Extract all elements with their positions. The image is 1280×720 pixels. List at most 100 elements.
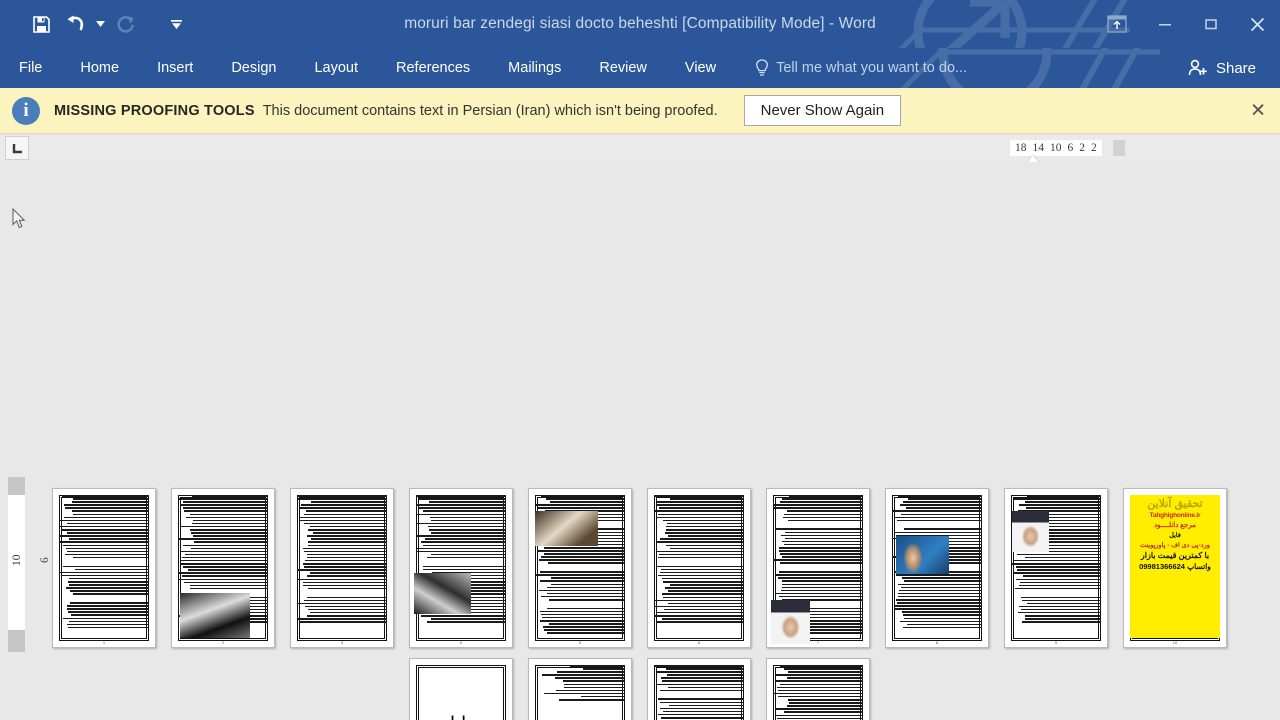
tab-insert[interactable]: Insert bbox=[138, 48, 212, 88]
tab-layout[interactable]: Layout bbox=[295, 48, 377, 88]
text-line bbox=[660, 701, 744, 704]
text-line bbox=[550, 577, 625, 579]
page-thumbnail[interactable]: 9 bbox=[1004, 488, 1108, 648]
customize-quick-access-toolbar-button[interactable] bbox=[168, 7, 184, 41]
page-thumbnail[interactable]: 12 bbox=[528, 658, 632, 720]
text-line bbox=[656, 683, 744, 686]
text-line bbox=[555, 689, 625, 692]
page-number: 10 bbox=[1172, 640, 1178, 645]
message-bar-close-icon[interactable]: ✕ bbox=[1250, 101, 1266, 120]
minimize-button[interactable] bbox=[1142, 0, 1188, 48]
titlebar-decoration-graphic bbox=[898, 0, 1130, 48]
text-line bbox=[62, 617, 149, 620]
page-thumbnail[interactable]: 6 bbox=[647, 488, 751, 648]
text-line bbox=[428, 529, 506, 531]
page-thumbnail[interactable]: 13 bbox=[647, 658, 751, 720]
text-line bbox=[310, 501, 387, 503]
text-line bbox=[59, 525, 149, 528]
message-bar-text: This document contains text in Persian (… bbox=[262, 102, 718, 119]
page-number: 3 bbox=[340, 640, 344, 645]
page-number: 2 bbox=[221, 640, 225, 645]
ribbon-display-options-button[interactable] bbox=[1092, 0, 1142, 48]
text-line bbox=[660, 568, 744, 571]
text-line bbox=[179, 563, 268, 565]
save-button[interactable] bbox=[24, 7, 58, 41]
restore-button[interactable] bbox=[1188, 0, 1234, 48]
text-line bbox=[654, 599, 744, 602]
person-add-icon bbox=[1188, 59, 1207, 76]
text-line bbox=[306, 553, 387, 556]
page-thumbnail[interactable]: پایان11 bbox=[409, 658, 513, 720]
undo-button[interactable] bbox=[58, 7, 92, 41]
vertical-ruler[interactable]: 2 2 6 10 14 18 22 bbox=[8, 477, 107, 652]
share-button[interactable]: Share bbox=[1182, 48, 1262, 88]
text-line bbox=[785, 531, 863, 534]
text-line bbox=[71, 614, 149, 616]
text-line bbox=[898, 495, 982, 497]
text-line bbox=[416, 550, 506, 553]
text-line bbox=[549, 623, 625, 625]
text-line bbox=[655, 541, 744, 543]
text-line bbox=[184, 510, 268, 512]
tell-me-search[interactable]: Tell me what you want to do... bbox=[755, 59, 967, 77]
text-line bbox=[781, 556, 863, 558]
page-image bbox=[414, 572, 472, 614]
text-line bbox=[416, 504, 506, 506]
text-line bbox=[190, 532, 268, 534]
tab-mailings[interactable]: Mailings bbox=[489, 48, 580, 88]
text-line bbox=[298, 621, 387, 623]
text-line bbox=[543, 692, 625, 695]
text-line bbox=[192, 495, 268, 497]
undo-dropdown-button[interactable] bbox=[92, 7, 108, 41]
text-line bbox=[68, 538, 149, 540]
page-thumbnail[interactable]: 5 bbox=[528, 488, 632, 648]
page-thumbnail[interactable]: 8 bbox=[885, 488, 989, 648]
text-line bbox=[61, 574, 149, 577]
text-line bbox=[657, 513, 744, 516]
text-line bbox=[668, 602, 744, 605]
text-line bbox=[545, 498, 625, 500]
text-line bbox=[657, 574, 744, 577]
page-thumbnail[interactable]: 14 bbox=[766, 658, 870, 720]
page-thumbnail[interactable]: 7 bbox=[766, 488, 870, 648]
tab-stop-selector[interactable] bbox=[5, 136, 29, 160]
page-thumbnail[interactable]: 2 bbox=[171, 488, 275, 648]
text-line bbox=[775, 714, 863, 716]
tab-references[interactable]: References bbox=[377, 48, 489, 88]
page-thumbnail[interactable]: تحقیق آنلاین Tahghighonline.ir مرجع دانلــ… bbox=[1123, 488, 1227, 648]
tab-design[interactable]: Design bbox=[212, 48, 295, 88]
horizontal-ruler[interactable]: 18 14 10 6 2 2 bbox=[1010, 140, 1102, 156]
tab-file[interactable]: File bbox=[0, 48, 61, 88]
text-line bbox=[304, 522, 387, 525]
text-line bbox=[547, 632, 625, 634]
page-thumbnail[interactable]: 1 bbox=[52, 488, 156, 648]
text-line bbox=[60, 535, 149, 537]
tab-view[interactable]: View bbox=[666, 48, 735, 88]
tell-me-placeholder: Tell me what you want to do... bbox=[776, 60, 968, 76]
hruler-tick-2b: 2 bbox=[1091, 142, 1097, 154]
text-line bbox=[896, 519, 982, 522]
text-line bbox=[187, 569, 268, 571]
info-icon: i bbox=[12, 96, 40, 125]
text-line bbox=[543, 547, 625, 549]
page-thumbnail[interactable]: 4 bbox=[409, 488, 513, 648]
text-line bbox=[1018, 605, 1101, 608]
text-line bbox=[660, 717, 744, 719]
redo-button[interactable] bbox=[108, 7, 142, 41]
text-line bbox=[1018, 584, 1101, 587]
document-canvas[interactable]: 2 2 6 10 14 18 22 123456789تحقیق آنلاینT… bbox=[0, 162, 1280, 720]
text-line bbox=[898, 589, 982, 592]
text-line bbox=[300, 519, 387, 522]
text-line bbox=[669, 704, 744, 707]
text-line bbox=[183, 581, 268, 584]
text-line bbox=[426, 621, 506, 623]
text-line bbox=[541, 595, 625, 598]
lightbulb-icon bbox=[756, 59, 769, 76]
tab-review[interactable]: Review bbox=[580, 48, 666, 88]
tab-home[interactable]: Home bbox=[61, 48, 138, 88]
close-button[interactable] bbox=[1234, 0, 1280, 48]
never-show-again-button[interactable]: Never Show Again bbox=[743, 95, 902, 126]
page-thumbnail[interactable]: 3 bbox=[290, 488, 394, 648]
